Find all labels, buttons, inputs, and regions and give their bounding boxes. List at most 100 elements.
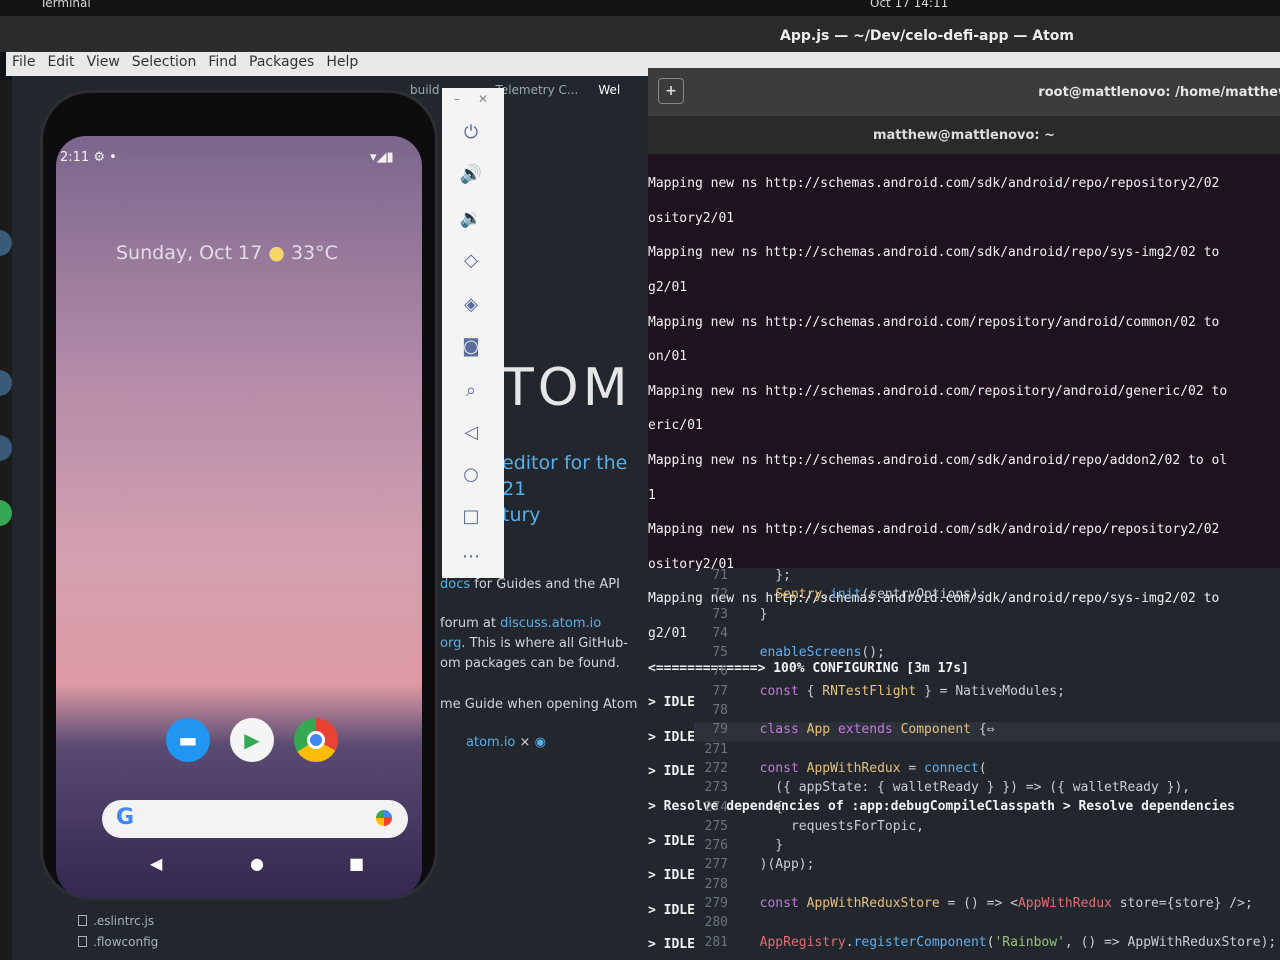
- at-a-glance-widget[interactable]: Sunday, Oct 17 ● 33°C: [116, 242, 338, 264]
- code-text: {: [798, 683, 823, 699]
- dock-app-icon[interactable]: [0, 500, 12, 526]
- menu-selection[interactable]: Selection: [126, 52, 203, 76]
- line-number: 73: [712, 606, 728, 622]
- line-number: 275: [704, 818, 728, 834]
- docs-link[interactable]: docs: [440, 577, 470, 592]
- chrome-icon[interactable]: [294, 718, 338, 762]
- code-line: 276 }: [694, 838, 1280, 857]
- line-number: 280: [704, 915, 728, 931]
- system-clock[interactable]: Oct 17 14:11: [870, 0, 948, 10]
- code-text: App: [806, 722, 831, 738]
- tree-file-item[interactable]: .flowconfig: [78, 931, 158, 952]
- terminal-line: Mapping new ns http://schemas.android.co…: [648, 245, 1220, 261]
- code-text: (sentryOptions);: [861, 587, 987, 603]
- menu-file[interactable]: File: [6, 52, 41, 76]
- dock-app-icon[interactable]: [0, 230, 12, 256]
- close-icon[interactable]: ✕: [478, 92, 488, 106]
- tree-file-item[interactable]: .eslintrc.js: [78, 910, 158, 931]
- menu-help[interactable]: Help: [320, 52, 364, 76]
- code-text: )(App);: [744, 857, 815, 873]
- terminal-line: Mapping new ns http://schemas.android.co…: [648, 176, 1220, 192]
- dock-app-icon[interactable]: [0, 370, 12, 396]
- code-line: 75 enableScreens ();: [694, 645, 1280, 664]
- menu-edit[interactable]: Edit: [41, 52, 80, 76]
- code-line: 273 ({ appState: { walletReady } }) => (…: [694, 780, 1280, 799]
- active-app-name[interactable]: Terminal: [40, 0, 91, 10]
- google-search-bar[interactable]: G: [102, 800, 408, 838]
- volume-down-icon[interactable]: 🔉: [458, 206, 484, 232]
- forum-link[interactable]: discuss.atom.io: [500, 616, 601, 631]
- volume-up-icon[interactable]: 🔊: [458, 162, 484, 188]
- code-text: const: [759, 683, 799, 699]
- power-icon[interactable]: ⏻: [458, 120, 484, 146]
- code-text: {⇔: [971, 722, 995, 738]
- nav-back-button[interactable]: ◀: [150, 854, 162, 873]
- terminal-line: Mapping new ns http://schemas.android.co…: [648, 522, 1220, 538]
- play-store-icon[interactable]: ▶: [230, 718, 274, 762]
- notification-dot-icon: •: [109, 150, 117, 165]
- terminal-line: on/01: [648, 349, 688, 365]
- org-link[interactable]: org: [440, 636, 461, 651]
- home-icon[interactable]: ○: [458, 462, 484, 488]
- minimize-icon[interactable]: –: [454, 92, 460, 106]
- code-text: init: [830, 587, 862, 603]
- line-number: 279: [704, 896, 728, 912]
- code-line: 272 const AppWithRedux = connect(: [694, 761, 1280, 780]
- code-text: = () => <: [939, 896, 1018, 912]
- forum-text: forum at: [440, 616, 501, 631]
- tab-welcome[interactable]: Wel: [588, 80, 630, 102]
- code-text: extends: [837, 722, 893, 738]
- line-number: 74: [712, 625, 728, 641]
- welcome-org-line: org. This is where all GitHub-: [440, 636, 628, 651]
- overview-icon[interactable]: □: [458, 504, 484, 530]
- messages-app-icon[interactable]: ▬: [166, 718, 210, 762]
- line-number: 278: [704, 876, 728, 892]
- menu-find[interactable]: Find: [202, 52, 243, 76]
- tree-view-files: .eslintrc.js .flowconfig: [78, 910, 158, 952]
- menu-view[interactable]: View: [81, 52, 126, 76]
- code-editor[interactable]: 71 }; 72 Sentry. init (sentryOptions); 73 …: [694, 568, 1280, 954]
- line-number: 272: [704, 760, 728, 776]
- new-tab-icon[interactable]: +: [658, 78, 684, 104]
- welcome-docs-line: docs for Guides and the API: [440, 577, 620, 592]
- octocat-icon[interactable]: ◉: [535, 735, 546, 750]
- code-text: store={store} />;: [1111, 896, 1253, 912]
- phone-weather: 33°C: [290, 242, 338, 264]
- editor-tab-bar: build Telemetry C... Wel: [400, 80, 630, 102]
- code-text: (: [986, 934, 995, 950]
- terminal-line: eric/01: [648, 418, 703, 434]
- code-text: requestsForTopic,: [744, 818, 925, 834]
- terminal-tab[interactable]: matthew@mattlenovo: ~: [648, 116, 1280, 154]
- line-number: 281: [704, 934, 728, 950]
- code-text: class: [759, 722, 799, 738]
- rotate-right-icon[interactable]: ◈: [458, 292, 484, 318]
- rotate-left-icon[interactable]: ◇: [458, 248, 484, 274]
- code-line-folded[interactable]: 79 class App extends Component {⇔: [694, 722, 1280, 742]
- assistant-icon[interactable]: [376, 810, 392, 826]
- back-icon[interactable]: ◁: [458, 420, 484, 446]
- camera-icon[interactable]: ◙: [458, 334, 484, 360]
- nav-recents-button[interactable]: ■: [349, 854, 364, 873]
- code-text: enableScreens: [759, 645, 862, 661]
- terminal-line: Mapping new ns http://schemas.android.co…: [648, 314, 1220, 330]
- zoom-icon[interactable]: ⌕: [458, 378, 484, 404]
- nav-home-button[interactable]: ●: [250, 854, 264, 873]
- emulator-toolbar: – ✕ ⏻ 🔊 🔉 ◇ ◈ ◙ ⌕ ◁ ○ □ ⋯: [442, 88, 504, 578]
- code-text: AppRegistry: [759, 934, 846, 950]
- code-text: Sentry: [775, 587, 823, 603]
- atom-io-link[interactable]: atom.io: [466, 735, 515, 750]
- menu-packages[interactable]: Packages: [243, 52, 320, 76]
- dock-app-icon[interactable]: [0, 435, 12, 461]
- line-number: 72: [712, 587, 728, 603]
- more-icon[interactable]: ⋯: [458, 544, 484, 570]
- code-text: const: [759, 760, 799, 776]
- code-text: } = NativeModules;: [916, 683, 1065, 699]
- code-line: 271: [694, 742, 1280, 761]
- terminal-header: + root@mattlenovo: /home/matthew: [648, 68, 1280, 116]
